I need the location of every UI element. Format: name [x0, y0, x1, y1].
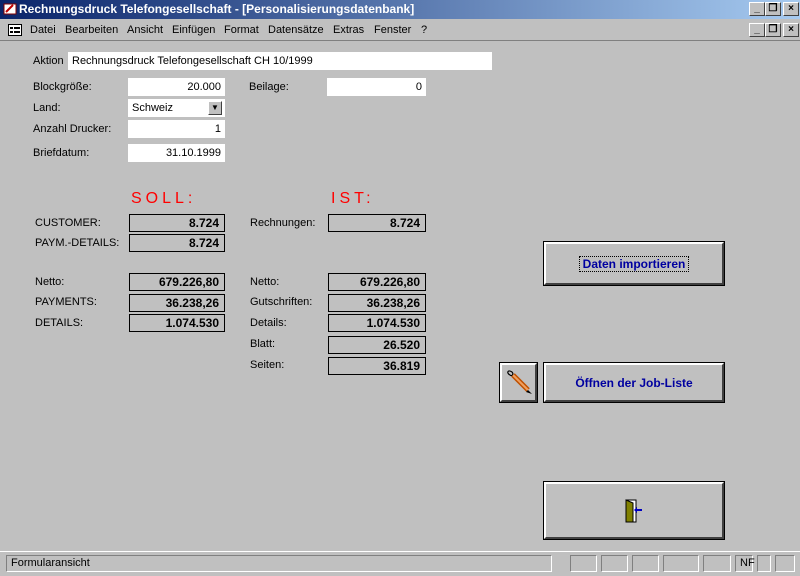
menu-bar: Datei Bearbeiten Ansicht Einfügen Format…: [0, 20, 800, 41]
chevron-down-icon[interactable]: ▼: [208, 101, 222, 115]
daten-importieren-button[interactable]: Daten importieren: [543, 241, 725, 286]
paym-details-label: PAYM.-DETAILS:: [35, 237, 120, 249]
anzahl-drucker-label: Anzahl Drucker:: [33, 123, 112, 135]
seiten-label: Seiten:: [250, 359, 285, 371]
ist-heading: IST:: [331, 190, 375, 207]
customer-label: CUSTOMER:: [35, 217, 101, 229]
beilage-field[interactable]: 0: [327, 78, 426, 96]
aktion-label: Aktion: [33, 55, 64, 67]
menu-format[interactable]: Format: [224, 24, 259, 36]
blatt-value: 26.520: [328, 336, 426, 354]
status-bar: Formularansicht NF: [0, 551, 800, 576]
menu-help[interactable]: ?: [421, 24, 427, 36]
briefdatum-field[interactable]: 31.10.1999: [128, 144, 225, 162]
anzahl-drucker-field[interactable]: 1: [128, 120, 225, 138]
land-label: Land:: [33, 102, 61, 114]
blatt-label: Blatt:: [250, 338, 276, 350]
blockgroesse-label: Blockgröße:: [33, 81, 92, 93]
land-select[interactable]: Schweiz ▼: [128, 99, 225, 117]
ist-details-value: 1.074.530: [328, 314, 426, 332]
job-liste-oeffnen-label: Öffnen der Job-Liste: [575, 376, 693, 390]
soll-details-value: 1.074.530: [129, 314, 225, 332]
daten-importieren-label: Daten importieren: [578, 256, 690, 272]
blockgroesse-field[interactable]: 20.000: [128, 78, 225, 96]
soll-netto-value: 679.226,80: [129, 273, 225, 291]
doc-restore-button[interactable]: ❐: [765, 23, 781, 37]
close-button[interactable]: ×: [783, 2, 799, 16]
ist-netto-label: Netto:: [250, 276, 280, 288]
status-panel-2: [601, 555, 628, 572]
status-panel-3: [632, 555, 659, 572]
restore-button[interactable]: ❐: [765, 2, 781, 16]
land-value: Schweiz: [132, 102, 173, 114]
customer-value: 8.724: [129, 214, 225, 232]
status-panel-8: [775, 555, 795, 572]
menu-bearbeiten[interactable]: Bearbeiten: [65, 24, 118, 36]
status-panel-5: [703, 555, 731, 572]
menu-extras[interactable]: Extras: [333, 24, 364, 36]
rechnungen-value: 8.724: [328, 214, 426, 232]
window-title: Rechnungsdruck Telefongesellschaft - [Pe…: [19, 2, 415, 16]
status-panel-1: [570, 555, 597, 572]
briefdatum-label: Briefdatum:: [33, 147, 90, 159]
exit-button[interactable]: [543, 481, 725, 540]
beilage-label: Beilage:: [249, 81, 289, 93]
status-nf: NF: [735, 555, 755, 572]
job-liste-oeffnen-button[interactable]: Öffnen der Job-Liste: [543, 362, 725, 403]
status-panel-4: [663, 555, 699, 572]
paym-details-value: 8.724: [129, 234, 225, 252]
payments-label: PAYMENTS:: [35, 296, 97, 308]
ist-details-label: Details:: [250, 317, 287, 329]
menu-datensaetze[interactable]: Datensätze: [268, 24, 324, 36]
title-bar: Rechnungsdruck Telefongesellschaft - [Pe…: [0, 0, 800, 19]
status-panel-7: [757, 555, 771, 572]
gutschriften-label: Gutschriften:: [250, 296, 313, 308]
seiten-value: 36.819: [328, 357, 426, 375]
exit-door-icon: [625, 499, 642, 523]
menu-ansicht[interactable]: Ansicht: [127, 24, 163, 36]
menu-einfuegen[interactable]: Einfügen: [172, 24, 215, 36]
soll-details-label: DETAILS:: [35, 317, 84, 329]
job-liste-icon-button[interactable]: [499, 362, 538, 403]
doc-close-button[interactable]: ×: [783, 23, 799, 37]
soll-heading: SOLL:: [131, 190, 197, 207]
form-icon[interactable]: [8, 24, 22, 36]
rechnungen-label: Rechnungen:: [250, 217, 316, 229]
doc-minimize-button[interactable]: _: [749, 23, 765, 37]
status-text: Formularansicht: [6, 555, 552, 572]
app-icon: [3, 3, 17, 15]
soll-netto-label: Netto:: [35, 276, 65, 288]
aktion-field[interactable]: Rechnungsdruck Telefongesellschaft CH 10…: [68, 52, 492, 70]
menu-datei[interactable]: Datei: [30, 24, 56, 36]
menu-fenster[interactable]: Fenster: [374, 24, 411, 36]
pencil-icon: [507, 370, 532, 394]
gutschriften-value: 36.238,26: [328, 294, 426, 312]
minimize-button[interactable]: _: [749, 2, 765, 16]
payments-value: 36.238,26: [129, 294, 225, 312]
ist-netto-value: 679.226,80: [328, 273, 426, 291]
